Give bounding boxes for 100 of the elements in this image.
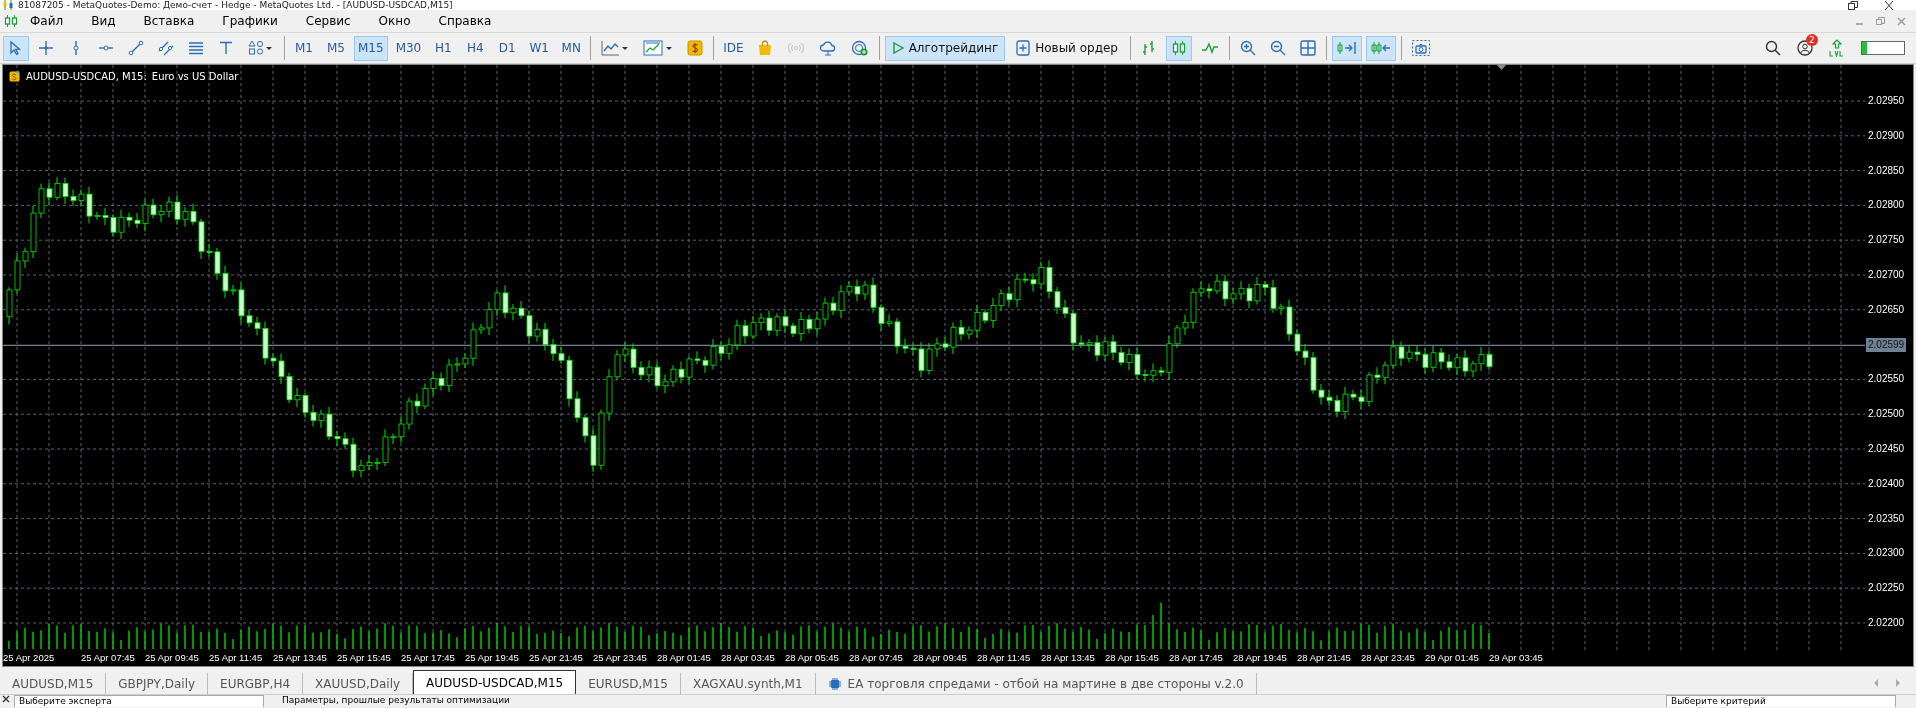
timeframe-button[interactable]: M15 <box>354 35 388 61</box>
time-label: 28 Apr 01:45 <box>657 652 711 663</box>
menu-item[interactable]: Сервис <box>291 14 365 28</box>
algo-trading-button[interactable]: Алготрейдинг <box>884 35 1006 61</box>
chart-tab[interactable]: EURUSD,M15 <box>576 673 681 694</box>
timeframe-button[interactable]: M30 <box>391 35 426 61</box>
time-label: 28 Apr 15:45 <box>1105 652 1159 663</box>
candlestick-app-icon <box>4 14 18 28</box>
menu-item[interactable]: Окно <box>364 14 425 28</box>
price-label: 2.02400 <box>1868 476 1905 491</box>
candlestick-app-icon <box>2 0 14 10</box>
price-label: 2.02900 <box>1868 128 1905 143</box>
price-label: 2.02750 <box>1868 233 1905 248</box>
time-label: 28 Apr 23:45 <box>1361 652 1415 663</box>
time-label: 29 Apr 03:45 <box>1489 652 1543 663</box>
time-label: 28 Apr 13:45 <box>1041 652 1095 663</box>
bar-chart-icon <box>1140 40 1157 56</box>
expert-select-field[interactable]: Выберите эксперта <box>14 695 264 707</box>
chart-template-dropdown-icon <box>643 40 674 56</box>
price-label: 2.02700 <box>1868 268 1905 282</box>
chip-icon <box>827 676 842 691</box>
zoom-in-icon <box>1239 40 1256 56</box>
time-label: 28 Apr 05:45 <box>785 652 839 663</box>
timeframe-button[interactable]: W1 <box>525 35 554 61</box>
grid-icon <box>1299 40 1316 56</box>
toolbar-button[interactable] <box>1365 35 1396 61</box>
new-order-button[interactable]: Новый ордер <box>1009 35 1125 61</box>
play-icon <box>891 42 904 54</box>
time-label: 25 Apr 15:45 <box>337 652 391 663</box>
chart-tab[interactable]: XAGXAU.synth,M1 <box>681 673 816 694</box>
price-label: 2.02850 <box>1868 163 1905 178</box>
chart-tab[interactable]: GBPJPY,Daily <box>106 673 209 694</box>
crosshair-icon <box>38 40 54 56</box>
horizontal-lines-icon <box>188 40 204 56</box>
price-label: 2.02350 <box>1868 511 1905 526</box>
time-label: 28 Apr 11:45 <box>977 652 1031 663</box>
menu-item[interactable]: Вид <box>77 14 130 28</box>
search-icon[interactable] <box>1765 40 1781 56</box>
time-label: 25 Apr 11:45 <box>209 652 263 663</box>
time-label: 25 Apr 21:45 <box>529 652 583 663</box>
trend-line-icon <box>128 40 144 56</box>
time-label: 25 Apr 09:45 <box>145 652 199 663</box>
scroll-left-icon[interactable] <box>1872 678 1880 688</box>
chart-tab[interactable]: EA торговля спредами - отбой на мартине в две стороны v.2.0 <box>815 673 1257 694</box>
timeframe-button[interactable]: H4 <box>461 35 490 61</box>
window-title: 81087205 - MetaQuotes-Demo: Демо-счет - Hedge - MetaQuotes Ltd. - [AUDUSD-USDCAD,M15] <box>18 0 453 10</box>
price-label: 2.02450 <box>1868 442 1905 456</box>
menu-item[interactable]: Графики <box>208 14 292 28</box>
price-label: 2.02200 <box>1868 616 1905 630</box>
chart-tab[interactable]: AUDUSD,M15 <box>0 673 107 694</box>
line-chart-dropdown-icon <box>601 40 630 56</box>
price-label: 2.02650 <box>1868 302 1905 317</box>
time-label: 25 Apr 2025 <box>3 652 55 663</box>
chart-tab[interactable]: EURGBP,H4 <box>208 673 304 694</box>
text-tool-icon <box>218 40 234 56</box>
time-label: 25 Apr 13:45 <box>273 652 327 663</box>
toolbar-button[interactable] <box>3 35 29 61</box>
price-label: 2.02300 <box>1868 546 1905 561</box>
toolbar-button[interactable] <box>1331 35 1362 61</box>
chart-tab[interactable]: AUDUSD-USDCAD,M15 <box>413 670 577 694</box>
menu-item[interactable]: Файл <box>18 14 78 28</box>
chart-symbol: AUDUSD-USDCAD, M15: <box>26 70 147 82</box>
price-label: 2.02500 <box>1868 407 1905 422</box>
time-label: 28 Apr 21:45 <box>1297 652 1351 663</box>
dollar-coin-icon <box>687 40 704 56</box>
shopping-bag-icon <box>756 40 773 56</box>
time-label: 25 Apr 19:45 <box>465 652 519 663</box>
time-label: 29 Apr 01:45 <box>1425 652 1479 663</box>
level-up-icon[interactable] <box>1829 39 1845 57</box>
time-label: 28 Apr 09:45 <box>913 652 967 663</box>
price-label: 2.02800 <box>1868 198 1905 213</box>
menu-item[interactable]: Справка <box>424 14 506 28</box>
toolbar-button[interactable] <box>1165 35 1192 61</box>
timeframe-button[interactable]: M5 <box>322 35 350 61</box>
chart-description: Euro vs US Dollar <box>151 70 239 82</box>
time-label: 25 Apr 23:45 <box>593 652 647 663</box>
timeframe-button[interactable]: D1 <box>493 35 522 61</box>
dollar-coin-icon <box>9 70 21 82</box>
close-icon[interactable] <box>2 695 10 703</box>
globe-plus-icon <box>850 40 869 56</box>
time-label: 28 Apr 17:45 <box>1169 652 1223 663</box>
signal-waves-icon <box>786 40 805 56</box>
tester-description: Параметры, прошлые результаты оптимизации <box>282 695 510 706</box>
current-price-label: 2.02599 <box>1866 338 1907 353</box>
close-icon[interactable] <box>1884 0 1894 10</box>
ide-button[interactable]: IDE <box>719 35 748 61</box>
time-label: 28 Apr 03:45 <box>721 652 775 663</box>
chart-shift-marker-icon[interactable] <box>1497 65 1506 70</box>
time-label: 28 Apr 19:45 <box>1233 652 1287 663</box>
candlestick-icon <box>1170 40 1187 56</box>
criterion-select-field[interactable]: Выберите критерий <box>1666 695 1896 707</box>
timeframe-button[interactable]: M1 <box>290 35 318 61</box>
parallel-lines-icon <box>158 40 174 56</box>
restore-icon[interactable] <box>1848 0 1858 10</box>
scroll-right-icon[interactable] <box>1894 678 1902 688</box>
menu-item[interactable]: Вставка <box>129 14 209 28</box>
timeframe-button[interactable]: H1 <box>429 35 458 61</box>
timeframe-button[interactable]: MN <box>557 35 586 61</box>
price-label: 2.02550 <box>1868 372 1905 387</box>
time-label: 25 Apr 07:45 <box>81 652 135 663</box>
